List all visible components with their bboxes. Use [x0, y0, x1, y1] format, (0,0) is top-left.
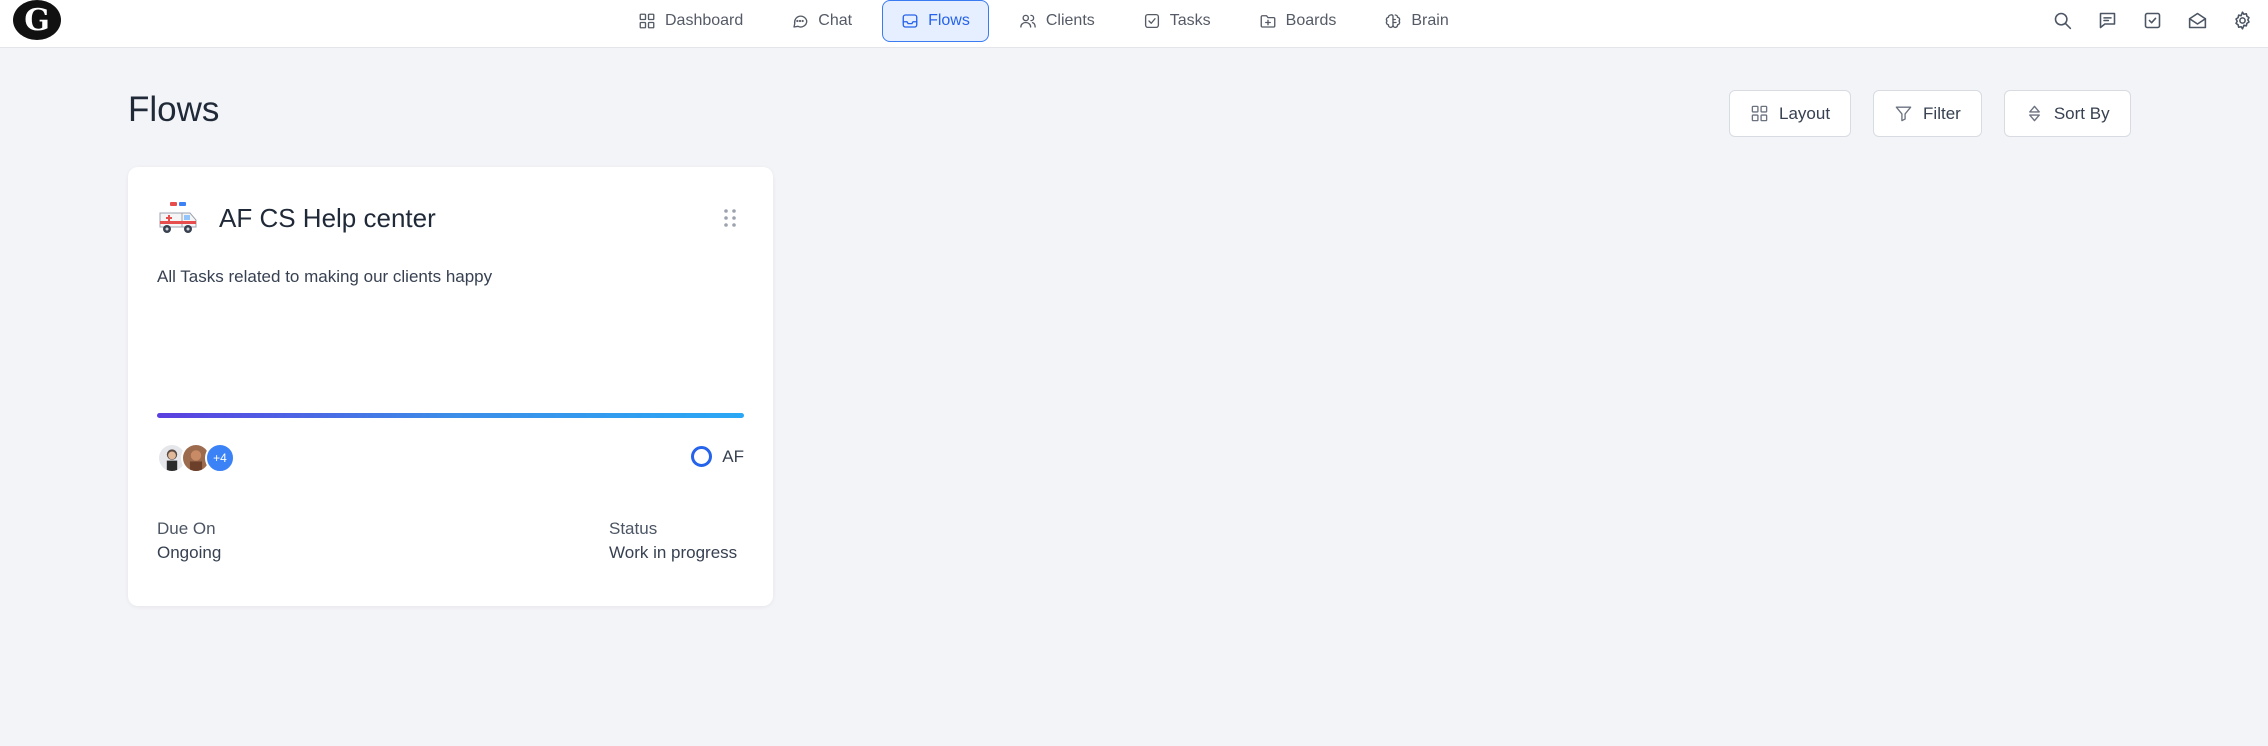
progress-fill: [157, 413, 744, 418]
card-owner[interactable]: AF: [691, 446, 744, 467]
layout-button-label: Layout: [1779, 103, 1831, 123]
sort-icon: [2028, 105, 2040, 122]
nav-item-tasks[interactable]: Tasks: [1125, 0, 1229, 42]
app-logo[interactable]: G: [13, 0, 61, 40]
top-navbar: G Dashboard Chat Flows Clients Tasks Boa…: [0, 0, 2268, 48]
status-label: Status: [609, 519, 658, 538]
gear-icon: [2234, 10, 2250, 30]
status-value: Work in progress: [609, 543, 738, 562]
member-avatars[interactable]: +4: [157, 443, 235, 473]
check-square-icon: [1144, 13, 1159, 29]
nav-item-clients[interactable]: Clients: [1001, 0, 1113, 42]
nav-item-label: Boards: [1285, 12, 1337, 29]
messages-button[interactable]: [2091, 4, 2123, 36]
nav-item-dashboard[interactable]: Dashboard: [620, 0, 761, 42]
brain-icon: [1386, 14, 1401, 29]
chat-bubble-icon: [793, 15, 808, 28]
drag-handle-icon[interactable]: [723, 208, 737, 228]
settings-button[interactable]: [2226, 4, 2258, 36]
inbox-button[interactable]: [2181, 4, 2213, 36]
sort-button[interactable]: Sort By: [2003, 90, 2131, 137]
nav-item-label: Tasks: [1169, 12, 1211, 29]
filter-button-label: Filter: [1923, 103, 1961, 123]
due-value: Ongoing: [157, 543, 222, 562]
nav-item-label: Clients: [1045, 12, 1095, 29]
message-icon: [2099, 12, 2115, 28]
nav-item-label: Chat: [818, 12, 853, 29]
grid-icon: [639, 13, 655, 29]
nav-item-label: Flows: [928, 12, 970, 29]
layout-grid-icon: [1751, 105, 1768, 122]
flow-card[interactable]: AF CS Help center All Tasks related to m…: [128, 167, 773, 606]
filter-button[interactable]: Filter: [1873, 90, 1982, 137]
toolbar-icons: [2046, 0, 2258, 40]
progress-bar: [157, 413, 744, 418]
owner-initials: AF: [722, 446, 744, 466]
task-check-icon: [2144, 12, 2160, 28]
nav-item-brain[interactable]: Brain: [1366, 0, 1466, 42]
nav-item-label: Brain: [1411, 12, 1449, 29]
folder-plus-icon: [1260, 15, 1276, 28]
users-icon: [1020, 14, 1036, 28]
nav-item-flows[interactable]: Flows: [882, 0, 989, 42]
filter-icon: [1895, 106, 1912, 122]
card-description: All Tasks related to making our clients …: [157, 267, 493, 286]
due-label: Due On: [157, 519, 216, 538]
search-icon: [2054, 12, 2071, 29]
main-nav: Dashboard Chat Flows Clients Tasks Board…: [620, 0, 1479, 42]
page-title: Flows: [128, 90, 220, 129]
view-controls: Layout Filter Sort By: [1729, 90, 2131, 137]
sort-button-label: Sort By: [2053, 103, 2110, 123]
inbox-icon: [902, 14, 918, 28]
card-title[interactable]: AF CS Help center: [219, 203, 436, 234]
my-tasks-button[interactable]: [2136, 4, 2168, 36]
nav-item-label: Dashboard: [665, 12, 744, 29]
avatar-more-count[interactable]: +4: [205, 443, 235, 473]
search-button[interactable]: [2046, 4, 2078, 36]
ambulance-icon: [159, 202, 197, 233]
nav-item-chat[interactable]: Chat: [773, 0, 870, 42]
layout-button[interactable]: Layout: [1729, 90, 1852, 137]
owner-status-ring-icon: [691, 446, 713, 467]
nav-item-boards[interactable]: Boards: [1241, 0, 1355, 42]
mail-open-icon: [2188, 12, 2206, 28]
